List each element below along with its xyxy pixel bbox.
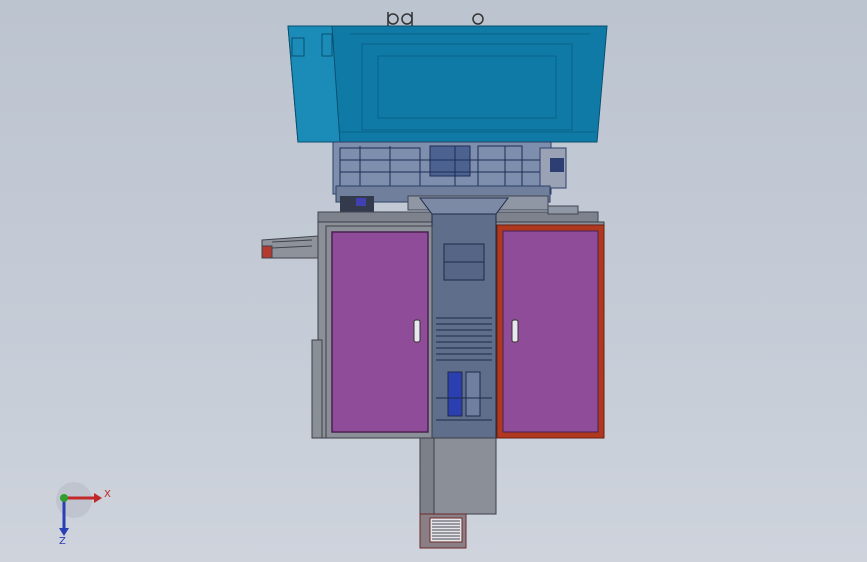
center-column[interactable] (419, 197, 509, 439)
top-hopper[interactable] (287, 25, 608, 143)
cad-viewport[interactable]: X Z (0, 0, 867, 562)
door-handle-icon[interactable] (413, 319, 421, 343)
side-tray[interactable] (261, 235, 319, 259)
bottom-vent (419, 513, 467, 549)
orientation-triad: X Z (56, 482, 111, 544)
lower-housing[interactable] (419, 437, 497, 515)
triad-origin-icon (60, 494, 68, 502)
door-handle-icon[interactable] (511, 319, 519, 343)
left-cabinet-door[interactable] (325, 225, 433, 439)
z-axis-label: Z (59, 536, 66, 544)
lifting-hooks (387, 12, 484, 26)
machine-model[interactable] (0, 0, 867, 562)
x-axis-label: X (104, 489, 111, 500)
right-cabinet-door[interactable] (496, 224, 605, 439)
